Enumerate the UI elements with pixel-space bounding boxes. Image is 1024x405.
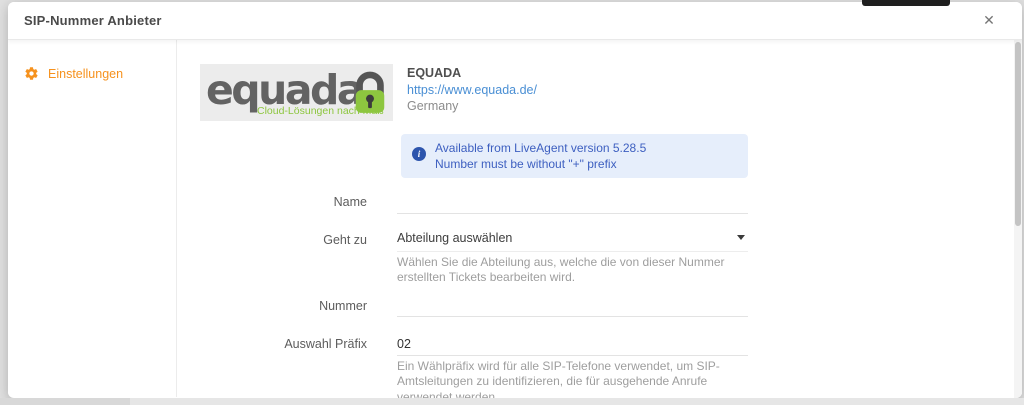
info-line-1: Available from LiveAgent version 5.28.5 [435,140,736,156]
company-country: Germany [407,99,537,114]
provider-header: equada Cloud-Lösungen nach Maß EQUADA ht… [200,64,1022,121]
dialog-header: SIP-Nummer Anbieter ✕ [8,2,1022,40]
department-select-value: Abteilung auswählen [397,231,737,245]
department-select[interactable]: Abteilung auswählen [397,231,748,252]
number-label: Nummer [200,297,367,314]
form-row-prefix: Auswahl Präfix Ein Wählpräfix wird für a… [200,335,1022,398]
info-line-2: Number must be without "+" prefix [435,156,736,172]
scrollbar-thumb[interactable] [1015,42,1021,226]
dialog-title: SIP-Nummer Anbieter [24,13,978,28]
scrollbar[interactable] [1014,40,1022,398]
sip-provider-dialog: SIP-Nummer Anbieter ✕ Einstellungen equa… [8,2,1022,398]
dialog-body: Einstellungen equada Cloud-Lösungen nach… [8,40,1022,397]
settings-panel: equada Cloud-Lösungen nach Maß EQUADA ht… [177,40,1022,397]
company-url-link[interactable]: https://www.equada.de/ [407,83,537,98]
chevron-down-icon [737,235,745,240]
name-input[interactable] [397,196,748,214]
form-row-department: Geht zu Abteilung auswählen Wählen Sie d… [200,231,1022,286]
prefix-helper-text: Ein Wählpräfix wird für alle SIP-Telefon… [397,359,748,399]
form-row-number: Nummer [200,297,1022,318]
name-label: Name [200,193,367,210]
department-helper-text: Wählen Sie die Abteilung aus, welche die… [397,255,748,286]
sidebar-item-einstellungen[interactable]: Einstellungen [20,64,176,83]
form-row-name: Name [200,193,1022,214]
sidebar: Einstellungen [8,40,177,397]
company-info: EQUADA https://www.equada.de/ Germany [407,64,537,121]
equada-logo: equada Cloud-Lösungen nach Maß [200,64,393,121]
number-input[interactable] [397,299,748,317]
info-icon: i [412,147,426,161]
gear-icon [24,66,39,81]
company-name: EQUADA [407,66,537,81]
prefix-label: Auswahl Präfix [200,335,367,352]
close-icon[interactable]: ✕ [978,10,1000,32]
prefix-input[interactable] [397,338,748,356]
sidebar-item-label: Einstellungen [48,67,123,81]
padlock-icon [351,69,389,120]
info-banner: i Available from LiveAgent version 5.28.… [401,134,748,178]
page-behind-dialog [0,398,1024,405]
browser-top-bar-fragment [862,0,950,6]
department-label: Geht zu [200,231,367,248]
